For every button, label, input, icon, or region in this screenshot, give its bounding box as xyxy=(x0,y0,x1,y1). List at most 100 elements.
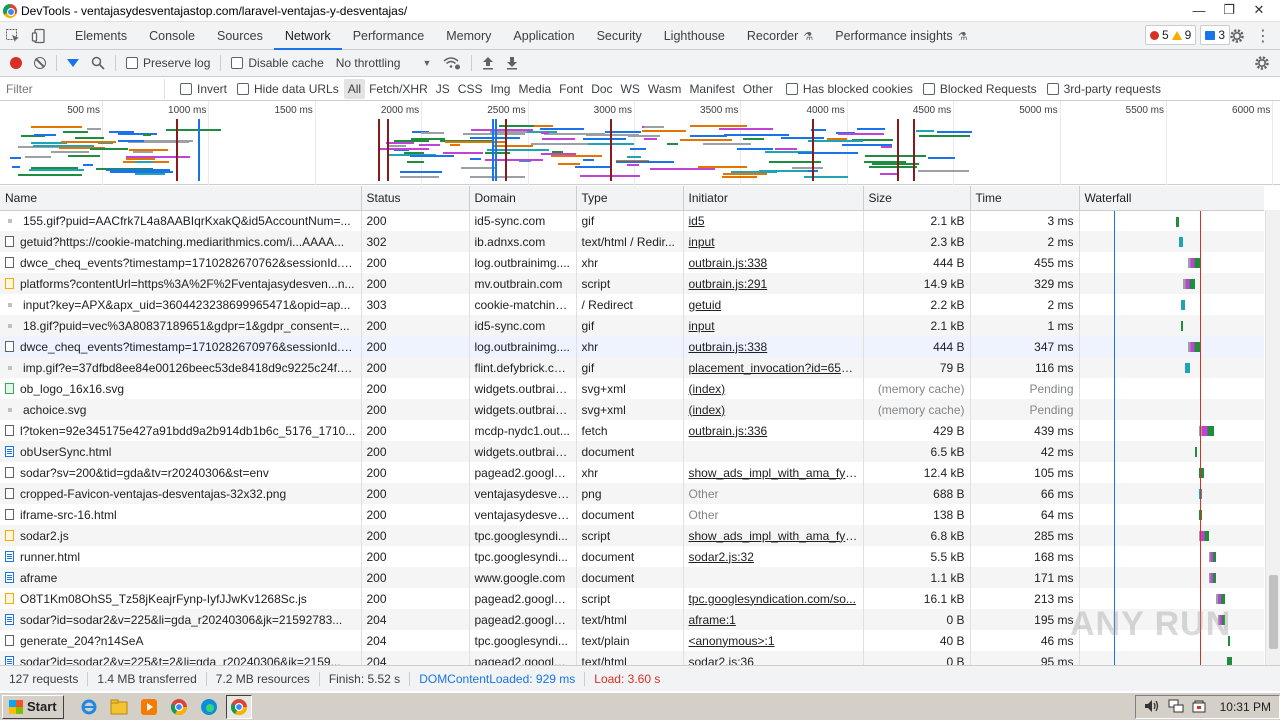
request-row[interactable]: sodar?sv=200&tid=gda&tv=r20240306&st=env… xyxy=(0,462,1264,483)
network-overview-timeline[interactable]: 500 ms 1000 ms 1500 ms 2000 ms 2500 ms 3000 m… xyxy=(0,101,1280,185)
tab-application[interactable]: Application xyxy=(502,22,585,50)
filter-type-doc[interactable]: Doc xyxy=(587,79,616,99)
column-header-time[interactable]: Time xyxy=(970,186,1080,211)
request-initiator[interactable]: sodar2.js:32 xyxy=(689,550,754,564)
network-conditions-button[interactable] xyxy=(437,50,467,77)
request-row[interactable]: aframe 200 www.google.com document 1.1 kB 171… xyxy=(0,567,1264,588)
blocked-cookies-checkbox[interactable]: Has blocked cookies xyxy=(781,79,918,99)
preserve-log-checkbox[interactable]: Preserve log xyxy=(120,50,216,77)
tab-recorder[interactable]: Recorder ⚗ xyxy=(736,22,824,50)
request-row[interactable]: iframe-src-16.html 200 ventajasydesven... d… xyxy=(0,504,1264,525)
request-initiator[interactable]: sodar2.js:36 xyxy=(689,655,754,666)
tab-console[interactable]: Console xyxy=(138,22,206,50)
request-row[interactable]: getuid?https://cookie-matching.mediarith… xyxy=(0,231,1264,252)
request-initiator[interactable]: (index) xyxy=(689,403,726,417)
export-har-button[interactable] xyxy=(500,50,524,77)
request-initiator[interactable]: aframe:1 xyxy=(689,613,736,627)
filter-toggle-button[interactable] xyxy=(61,50,85,77)
inspect-element-icon[interactable] xyxy=(0,23,26,49)
disable-cache-checkbox[interactable]: Disable cache xyxy=(225,50,329,77)
filter-type-js[interactable]: JS xyxy=(432,79,454,99)
request-initiator[interactable]: getuid xyxy=(689,298,722,312)
blocked-requests-checkbox[interactable]: Blocked Requests xyxy=(918,79,1042,99)
tab-elements[interactable]: Elements xyxy=(64,22,138,50)
request-row[interactable]: cropped-Favicon-ventajas-desventajas-32x… xyxy=(0,483,1264,504)
request-row[interactable]: ob_logo_16x16.svg 200 widgets.outbrain....… xyxy=(0,378,1264,399)
request-initiator[interactable]: outbrain.js:336 xyxy=(689,424,768,438)
chrome-taskbar-icon[interactable] xyxy=(166,695,192,719)
search-button[interactable] xyxy=(85,50,111,77)
column-header-initiator[interactable]: Initiator xyxy=(683,186,864,211)
record-button[interactable] xyxy=(0,50,28,77)
tab-sources[interactable]: Sources xyxy=(206,22,274,50)
security-tray-icon[interactable] xyxy=(1192,699,1206,716)
network-settings-button[interactable] xyxy=(1248,50,1276,77)
errors-warnings-counter[interactable]: 5 9 xyxy=(1144,25,1197,45)
column-header-status[interactable]: Status xyxy=(361,186,470,211)
third-party-checkbox[interactable]: 3rd-party requests xyxy=(1042,79,1166,99)
column-header-domain[interactable]: Domain xyxy=(469,186,577,211)
request-row[interactable]: l?token=92e345175e427a91bdd9a2b914db1b6c… xyxy=(0,420,1264,441)
media-player-taskbar-icon[interactable] xyxy=(136,695,162,719)
request-row[interactable]: dwce_cheq_events?timestamp=1710282670976… xyxy=(0,336,1264,357)
edge-taskbar-icon[interactable] xyxy=(196,695,222,719)
request-row[interactable]: imp.gif?e=37dfbd8ee84e00126beec53de8418d… xyxy=(0,357,1264,378)
request-initiator[interactable]: id5 xyxy=(689,214,705,228)
filter-type-media[interactable]: Media xyxy=(514,79,555,99)
filter-type-img[interactable]: Img xyxy=(486,79,514,99)
request-initiator[interactable]: outbrain.js:338 xyxy=(689,340,768,354)
request-row[interactable]: sodar2.js 200 tpc.googlesyndi... script show… xyxy=(0,525,1264,546)
throttling-select[interactable]: No throttling ▼ xyxy=(330,50,438,77)
request-initiator[interactable]: tpc.googlesyndication.com/so... xyxy=(689,592,856,606)
request-row[interactable]: dwce_cheq_events?timestamp=1710282670762… xyxy=(0,252,1264,273)
request-row[interactable]: sodar?id=sodar2&v=225&t=2&li=gda_r202403… xyxy=(0,651,1264,665)
request-row[interactable]: obUserSync.html 200 widgets.outbrain.... do… xyxy=(0,441,1264,462)
request-initiator[interactable]: show_ads_impl_with_ama_fy20... xyxy=(689,529,863,543)
request-row[interactable]: runner.html 200 tpc.googlesyndi... document… xyxy=(0,546,1264,567)
start-button[interactable]: Start xyxy=(2,694,64,719)
device-toolbar-icon[interactable] xyxy=(26,23,52,49)
request-initiator[interactable]: outbrain.js:338 xyxy=(689,256,768,270)
tab-performance-insights[interactable]: Performance insights ⚗ xyxy=(824,22,978,50)
request-initiator[interactable]: <anonymous>:1 xyxy=(689,634,775,648)
request-row[interactable]: 155.gif?puid=AACfrk7L4a8AABIqrKxakQ&id5A… xyxy=(0,210,1264,232)
import-har-button[interactable] xyxy=(476,50,500,77)
request-initiator[interactable]: input xyxy=(689,319,715,333)
filter-type-all[interactable]: All xyxy=(343,78,366,99)
filter-input[interactable] xyxy=(0,78,165,99)
request-initiator[interactable]: (index) xyxy=(689,382,726,396)
tab-memory[interactable]: Memory xyxy=(435,22,502,50)
filter-type-manifest[interactable]: Manifest xyxy=(685,79,738,99)
filter-type-fetch-xhr[interactable]: Fetch/XHR xyxy=(365,79,432,99)
chrome-devtools-taskbar-icon[interactable] xyxy=(225,694,252,719)
tab-performance[interactable]: Performance xyxy=(342,22,436,50)
tab-security[interactable]: Security xyxy=(586,22,653,50)
maximize-button[interactable]: ❐ xyxy=(1216,1,1242,19)
minimize-button[interactable]: — xyxy=(1186,1,1212,19)
request-row[interactable]: input?key=APX&apx_uid=360442323869996547… xyxy=(0,294,1264,315)
file-explorer-taskbar-icon[interactable] xyxy=(106,695,132,719)
close-button[interactable]: ✕ xyxy=(1246,1,1272,19)
more-options-icon[interactable]: ⋮ xyxy=(1250,23,1276,49)
request-row[interactable]: achoice.svg 200 widgets.outbrain.... svg+xm… xyxy=(0,399,1264,420)
column-header-size[interactable]: Size xyxy=(863,186,971,211)
filter-type-other[interactable]: Other xyxy=(739,79,777,99)
request-initiator[interactable]: placement_invocation?id=653... xyxy=(689,361,858,375)
request-row[interactable]: platforms?contentUrl=https%3A%2F%2Fventa… xyxy=(0,273,1264,294)
settings-gear-icon[interactable] xyxy=(1224,23,1250,49)
network-tray-icon[interactable] xyxy=(1168,699,1184,716)
request-initiator[interactable]: show_ads_impl_with_ama_fy20... xyxy=(689,466,863,480)
invert-checkbox[interactable]: Invert xyxy=(175,79,232,99)
column-header-type[interactable]: Type xyxy=(576,186,684,211)
clock[interactable]: 10:31 PM xyxy=(1220,700,1271,714)
request-initiator[interactable]: outbrain.js:291 xyxy=(689,277,768,291)
filter-type-css[interactable]: CSS xyxy=(454,79,487,99)
request-row[interactable]: 18.gif?puid=vec%3A80837189651&gdpr=1&gdp… xyxy=(0,315,1264,336)
volume-icon[interactable] xyxy=(1144,699,1160,716)
hide-data-urls-checkbox[interactable]: Hide data URLs xyxy=(232,79,344,99)
table-scrollbar[interactable] xyxy=(1265,210,1280,665)
tab-network[interactable]: Network xyxy=(273,22,342,50)
filter-type-ws[interactable]: WS xyxy=(617,79,644,99)
column-header-waterfall[interactable]: Waterfall xyxy=(1079,186,1264,211)
column-header-name[interactable]: Name xyxy=(0,186,362,211)
